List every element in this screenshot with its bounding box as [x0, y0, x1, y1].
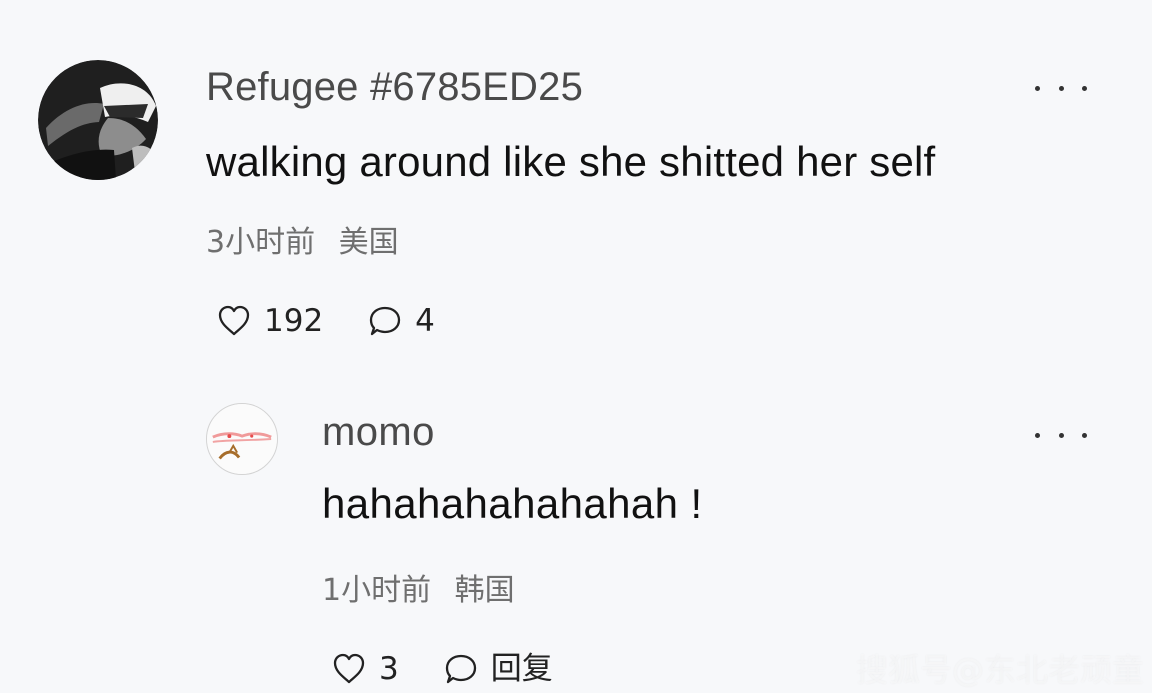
- comment-text: walking around like she shitted her self: [206, 138, 936, 185]
- comment-meta: 3小时前 美国: [206, 223, 399, 263]
- dot: [1058, 432, 1064, 438]
- chat-bubble-icon: [445, 654, 476, 684]
- username[interactable]: Refugee #6785ED25: [206, 60, 583, 114]
- watermark: 搜狐号@东北老顽童: [855, 651, 1144, 689]
- dot: [1035, 432, 1040, 438]
- dot: [1082, 85, 1087, 91]
- comment-meta: 1小时前 韩国: [322, 571, 515, 611]
- like-button[interactable]: 3: [329, 649, 399, 689]
- dot: [1058, 85, 1064, 91]
- reply-label: 回复: [490, 651, 553, 687]
- like-count: 3: [379, 651, 399, 687]
- location: 韩国: [454, 573, 515, 608]
- reply-button[interactable]: 回复: [441, 649, 553, 689]
- comment-actions: 3 回复: [329, 646, 553, 692]
- location: 美国: [338, 225, 399, 260]
- comment-text: hahahahahahahah !: [322, 480, 703, 527]
- reply-button[interactable]: 4: [365, 301, 435, 341]
- dot: [1035, 85, 1040, 91]
- username[interactable]: momo: [322, 405, 435, 459]
- comments-screen: Refugee #6785ED25 walking around like sh…: [0, 0, 1152, 693]
- avatar[interactable]: [38, 60, 158, 180]
- dot: [1082, 432, 1087, 438]
- more-dots-icon[interactable]: [1035, 424, 1087, 446]
- time-ago: 1小时前: [322, 573, 432, 608]
- avatar[interactable]: [206, 403, 278, 475]
- heart-icon: [333, 653, 365, 684]
- like-button[interactable]: 192: [214, 301, 323, 341]
- reply-count: 4: [415, 303, 435, 339]
- time-ago: 3小时前: [206, 225, 316, 260]
- heart-icon: [218, 305, 250, 336]
- comment-actions: 192 4: [214, 298, 435, 344]
- more-dots-icon[interactable]: [1035, 77, 1087, 99]
- chat-bubble-icon: [370, 306, 401, 336]
- like-count: 192: [264, 303, 324, 339]
